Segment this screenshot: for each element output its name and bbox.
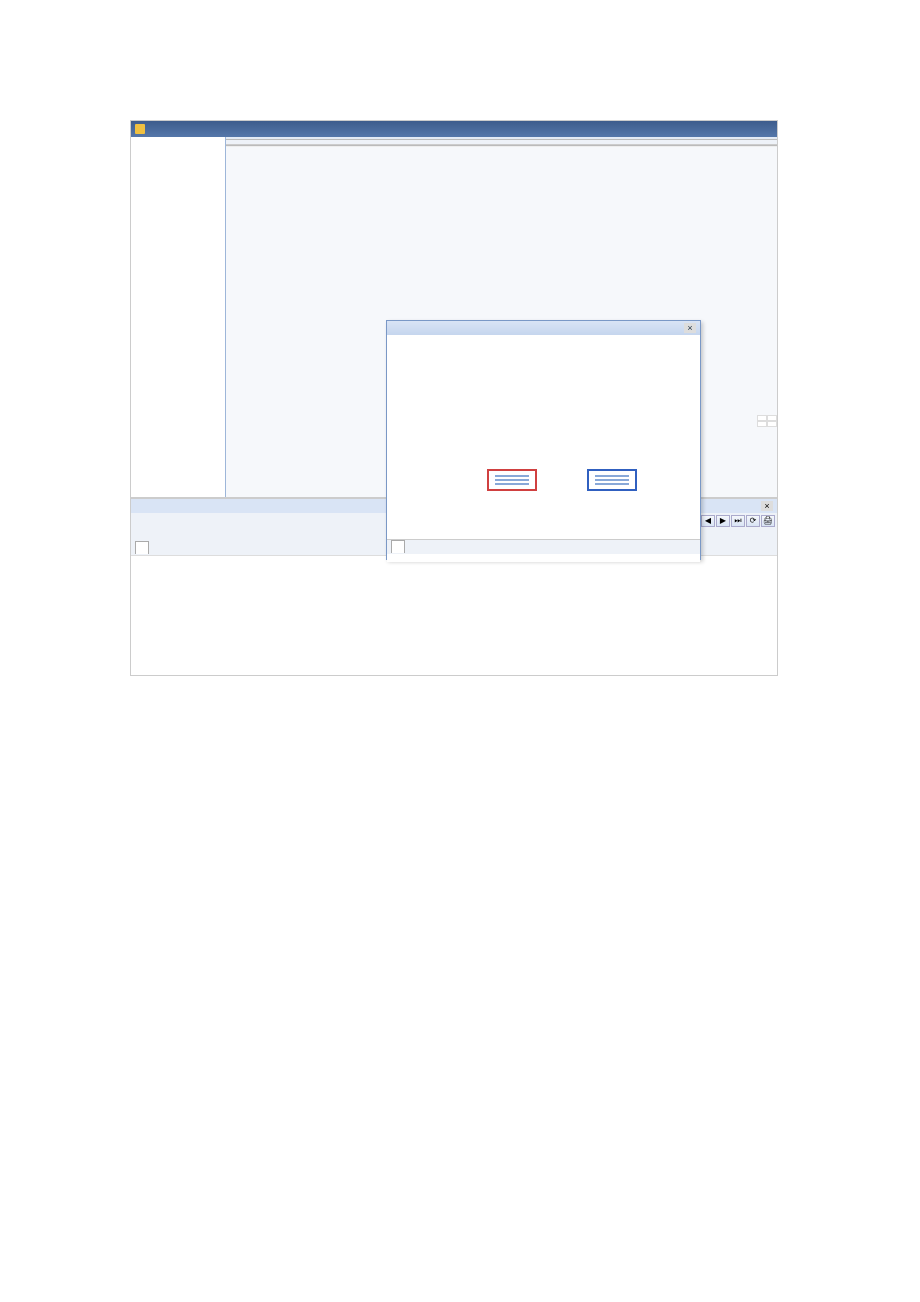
diagram-transfer-order[interactable] [587, 469, 637, 491]
nav-prev-icon[interactable]: ◀ [701, 515, 715, 527]
title-actions [761, 121, 773, 137]
left-nav [131, 137, 226, 497]
diagram-subtabs[interactable] [387, 539, 700, 554]
diagram-sales-order[interactable] [487, 469, 537, 491]
nav-next-icon[interactable]: ▶ [716, 515, 730, 527]
nav-tree[interactable] [131, 137, 225, 497]
print-icon[interactable]: 🖨 [761, 515, 775, 527]
close-icon[interactable]: × [761, 501, 773, 511]
app-icon [135, 124, 145, 134]
refresh-icon[interactable]: ⟳ [746, 515, 760, 527]
nav-last-icon[interactable]: ⏭ [731, 515, 745, 527]
close-icon[interactable]: × [684, 323, 696, 333]
diagram-window: × [386, 320, 701, 560]
title-bar [131, 121, 777, 137]
